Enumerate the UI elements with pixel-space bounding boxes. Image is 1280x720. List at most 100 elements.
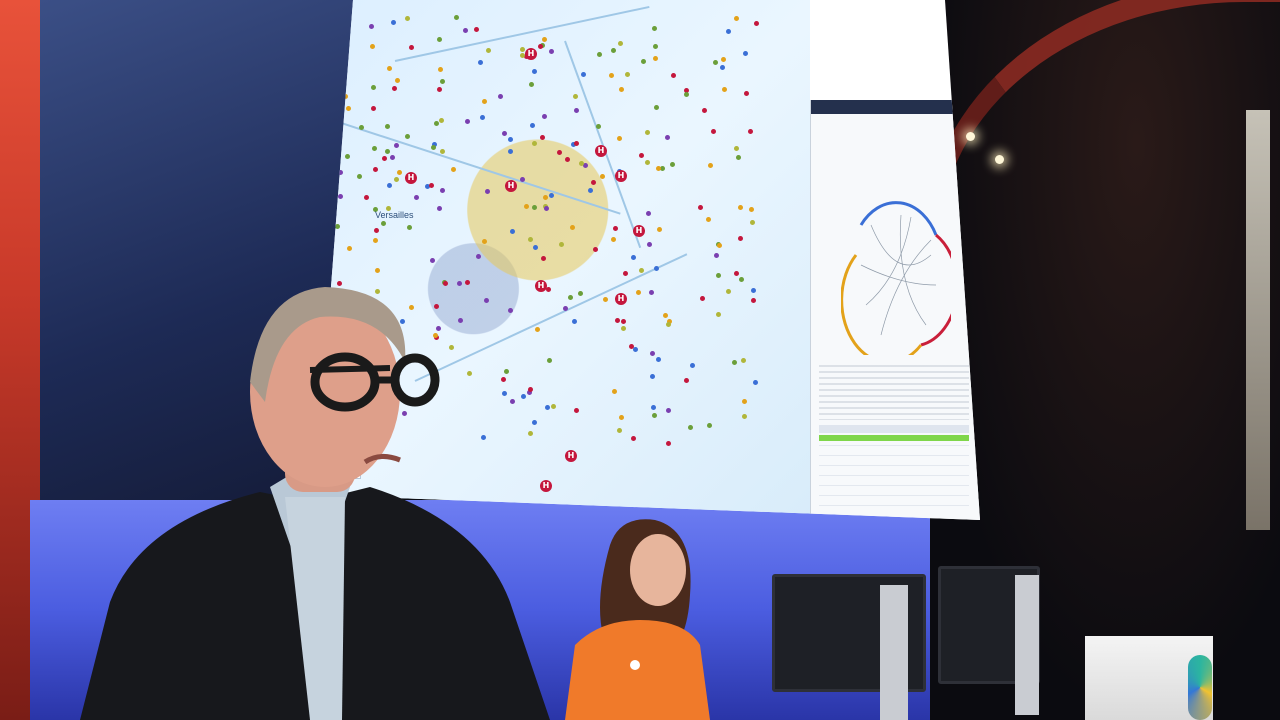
data-side-panel [810, 100, 980, 520]
map-point [532, 140, 538, 146]
map-point [335, 224, 341, 230]
map-point [532, 68, 537, 74]
map-point [532, 204, 538, 210]
map-point [741, 399, 747, 405]
table-rows [819, 445, 969, 515]
map-point [713, 253, 719, 259]
table-highlight-bar [819, 435, 969, 441]
map-point [619, 87, 625, 93]
map-point [647, 241, 653, 247]
map-point [670, 72, 676, 78]
monitor-stand [880, 585, 908, 720]
map-point [707, 422, 713, 428]
map-point [636, 289, 642, 295]
map-point [438, 67, 444, 73]
map-point [582, 163, 588, 169]
map-point [639, 267, 645, 273]
hospital-marker: H [505, 180, 517, 192]
map-point [580, 71, 586, 77]
map-point [475, 254, 481, 260]
map-point [726, 29, 732, 35]
map-point [662, 313, 668, 318]
map-point [751, 298, 756, 304]
map-point [650, 374, 656, 380]
map-point [725, 289, 731, 294]
map-point [464, 119, 470, 125]
map-point [689, 362, 695, 368]
map-point [571, 318, 577, 324]
map-point [437, 36, 443, 42]
map-point [748, 206, 754, 212]
map-point [394, 177, 400, 183]
map-point [618, 40, 624, 46]
panel-data-table [819, 425, 969, 515]
map-point [540, 256, 546, 262]
map-point [602, 296, 608, 302]
map-point [498, 94, 504, 100]
map-point [479, 114, 485, 120]
map-point [549, 192, 555, 198]
map-point [539, 135, 545, 141]
map-point [462, 27, 468, 33]
map-point [736, 154, 742, 160]
map-point [654, 104, 660, 110]
map-point [473, 26, 479, 32]
map-point [748, 128, 754, 134]
map-point [639, 152, 645, 158]
map-point [558, 242, 564, 248]
map-point [507, 137, 513, 143]
hospital-marker: H [633, 225, 645, 237]
map-point [524, 203, 530, 209]
map-point [543, 195, 549, 201]
map-point [578, 161, 584, 167]
map-point [430, 258, 436, 264]
map-point [754, 21, 760, 27]
map-point [743, 50, 749, 56]
map-point [564, 157, 570, 163]
map-point [645, 160, 651, 166]
map-point [599, 174, 605, 180]
map-point [651, 412, 657, 418]
map-point [592, 247, 598, 253]
map-point [625, 72, 631, 78]
map-point [738, 276, 744, 282]
map-point [657, 227, 663, 233]
map-point [392, 85, 398, 91]
map-point [669, 161, 675, 167]
map-point [737, 236, 743, 242]
map-point [347, 245, 353, 251]
map-point [485, 48, 491, 54]
map-point [389, 154, 395, 160]
hospital-marker: H [595, 145, 607, 157]
map-point [655, 357, 661, 363]
map-point [508, 149, 514, 155]
logo-badge-icon [1188, 655, 1212, 720]
map-point [610, 237, 616, 243]
map-point [532, 245, 538, 251]
map-point [652, 56, 658, 62]
map-point [750, 220, 756, 226]
map-point [431, 144, 437, 150]
map-point [665, 441, 671, 447]
map-point [621, 319, 627, 325]
map-point [346, 106, 352, 112]
map-point [363, 195, 369, 201]
map-point [439, 78, 445, 84]
chord-diagram [841, 201, 951, 355]
map-point [614, 317, 620, 323]
map-place-label: Versailles [375, 210, 414, 220]
map-point [666, 321, 672, 327]
hospital-marker: H [615, 170, 627, 182]
map-point [652, 43, 658, 49]
hospital-marker: H [525, 48, 537, 60]
map-point [345, 154, 351, 160]
map-point [373, 227, 379, 233]
map-point [570, 224, 576, 230]
map-point [574, 107, 580, 113]
map-point [409, 45, 415, 51]
map-point [440, 187, 446, 193]
map-point [529, 82, 535, 88]
map-point [428, 182, 434, 188]
map-point [733, 15, 739, 21]
map-point [386, 65, 392, 71]
